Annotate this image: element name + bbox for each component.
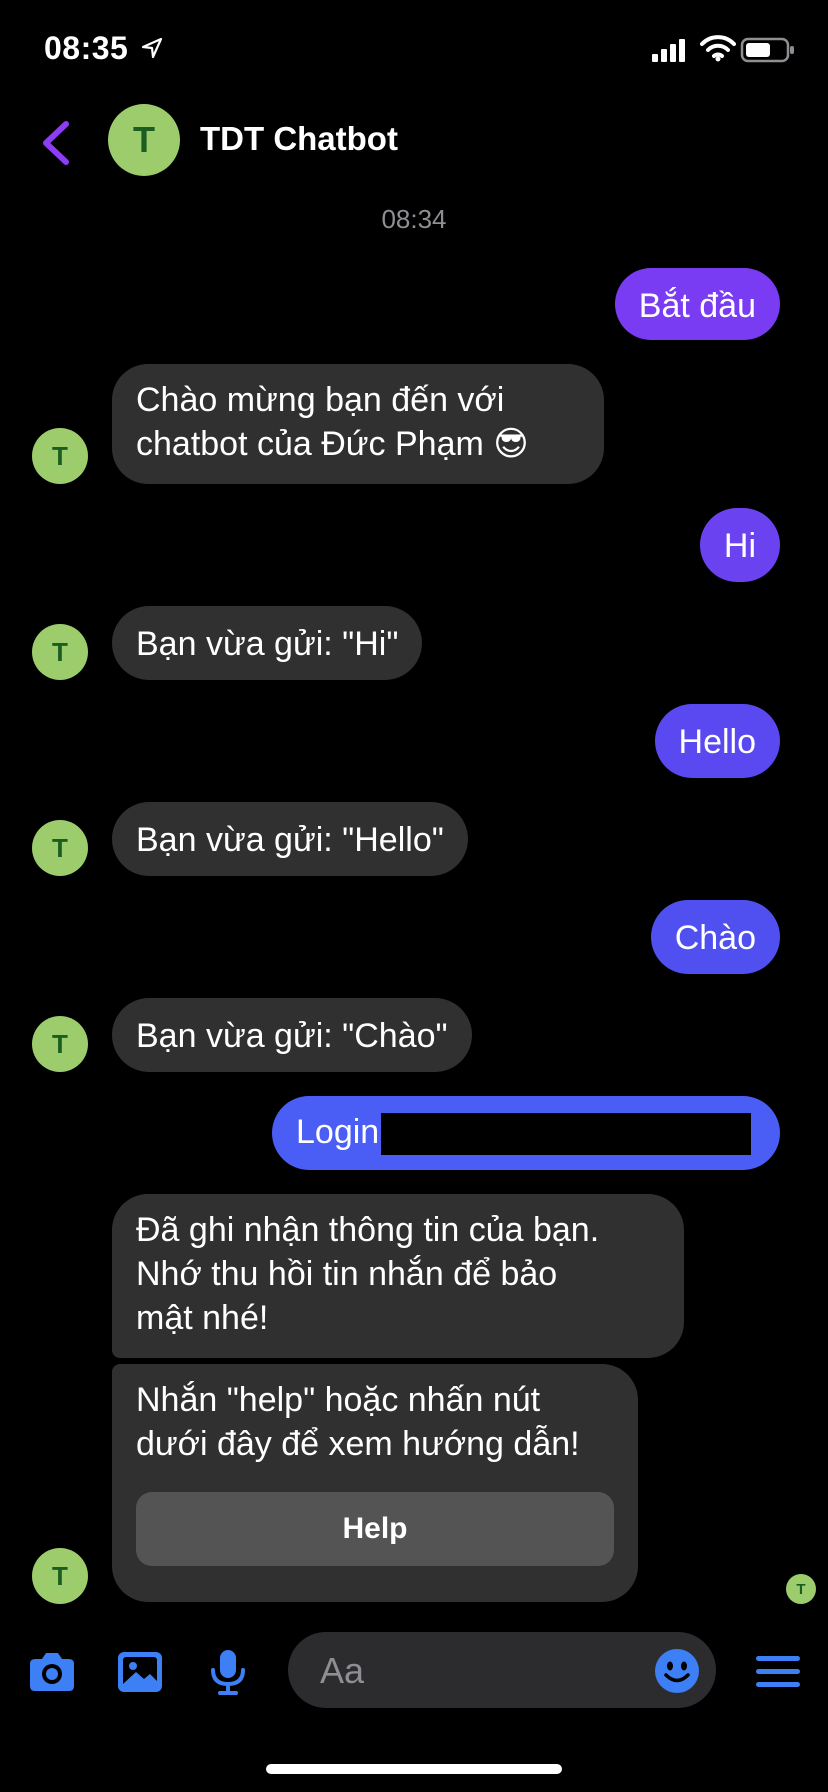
photo-icon[interactable] bbox=[114, 1648, 166, 1696]
message-text-line: Đã ghi nhận thông tin của bạn. bbox=[136, 1211, 600, 1249]
outgoing-message[interactable]: Bắt đầu bbox=[614, 268, 780, 340]
message-input[interactable]: Aa bbox=[288, 1632, 716, 1708]
message-input-placeholder: Aa bbox=[320, 1650, 365, 1691]
message-text-line: Chào mừng bạn đến với bbox=[136, 381, 505, 419]
bot-avatar[interactable]: T bbox=[32, 1548, 88, 1604]
message-text: Hi bbox=[723, 527, 756, 565]
menu-icon[interactable] bbox=[752, 1648, 804, 1696]
outgoing-message[interactable]: Hello bbox=[654, 704, 780, 778]
message-text: Bạn vừa gửi: "Chào" bbox=[136, 1017, 448, 1055]
contact-avatar[interactable]: T bbox=[108, 104, 180, 176]
message-text: Chào bbox=[674, 919, 756, 957]
message-text: Bạn vừa gửi: "Hello" bbox=[136, 821, 444, 859]
incoming-message[interactable]: Chào mừng bạn đến với chatbot của Đức Ph… bbox=[112, 364, 604, 484]
chat-header: T TDT Chatbot bbox=[0, 100, 828, 200]
status-bar: 08:35 bbox=[0, 0, 828, 100]
message-text: Login bbox=[296, 1113, 380, 1151]
bot-avatar[interactable]: T bbox=[32, 624, 88, 680]
battery-icon bbox=[740, 37, 794, 63]
redacted-block bbox=[381, 1113, 752, 1156]
location-arrow-icon bbox=[141, 37, 163, 59]
bot-avatar[interactable]: T bbox=[32, 428, 88, 484]
back-chevron-icon[interactable] bbox=[38, 120, 74, 166]
message-text-line: Nhắn "help" hoặc nhấn nút bbox=[136, 1381, 541, 1419]
wifi-icon bbox=[700, 35, 736, 62]
message-text: Bạn vừa gửi: "Hi" bbox=[136, 625, 399, 663]
status-time: 08:35 bbox=[44, 30, 129, 66]
read-receipt-avatar: T bbox=[786, 1574, 816, 1604]
home-indicator bbox=[266, 1764, 562, 1774]
camera-icon[interactable] bbox=[26, 1648, 78, 1696]
help-button[interactable]: Help bbox=[136, 1492, 614, 1566]
outgoing-message[interactable]: Login bbox=[272, 1096, 780, 1170]
bot-avatar[interactable]: T bbox=[32, 1016, 88, 1072]
message-text-line: mật nhé! bbox=[136, 1299, 269, 1337]
contact-name[interactable]: TDT Chatbot bbox=[200, 120, 398, 158]
incoming-message[interactable]: Đã ghi nhận thông tin của bạn. Nhớ thu h… bbox=[112, 1194, 684, 1358]
outgoing-message[interactable]: Chào bbox=[650, 900, 780, 974]
outgoing-message[interactable]: Hi bbox=[699, 508, 780, 582]
microphone-icon[interactable] bbox=[202, 1648, 254, 1696]
message-text-line: Nhớ thu hồi tin nhắn để bảo bbox=[136, 1255, 558, 1293]
emoji-icon[interactable] bbox=[654, 1648, 700, 1694]
bot-avatar[interactable]: T bbox=[32, 820, 88, 876]
message-composer: Aa bbox=[0, 1620, 828, 1720]
message-text: Bắt đầu bbox=[638, 287, 756, 325]
message-text-line: chatbot của Đức Phạm 😎 bbox=[136, 425, 529, 463]
message-text: Hello bbox=[678, 723, 756, 761]
message-timestamp: 08:34 bbox=[381, 204, 447, 234]
incoming-message-with-button: Nhắn "help" hoặc nhấn nút dưới đây để xe… bbox=[112, 1364, 638, 1602]
incoming-message[interactable]: Bạn vừa gửi: "Hi" bbox=[112, 606, 423, 680]
incoming-message[interactable]: Bạn vừa gửi: "Hello" bbox=[112, 802, 468, 876]
message-text-line: dưới đây để xem hướng dẫn! bbox=[136, 1425, 580, 1463]
incoming-message[interactable]: Bạn vừa gửi: "Chào" bbox=[112, 998, 472, 1072]
signal-icon bbox=[652, 39, 685, 62]
